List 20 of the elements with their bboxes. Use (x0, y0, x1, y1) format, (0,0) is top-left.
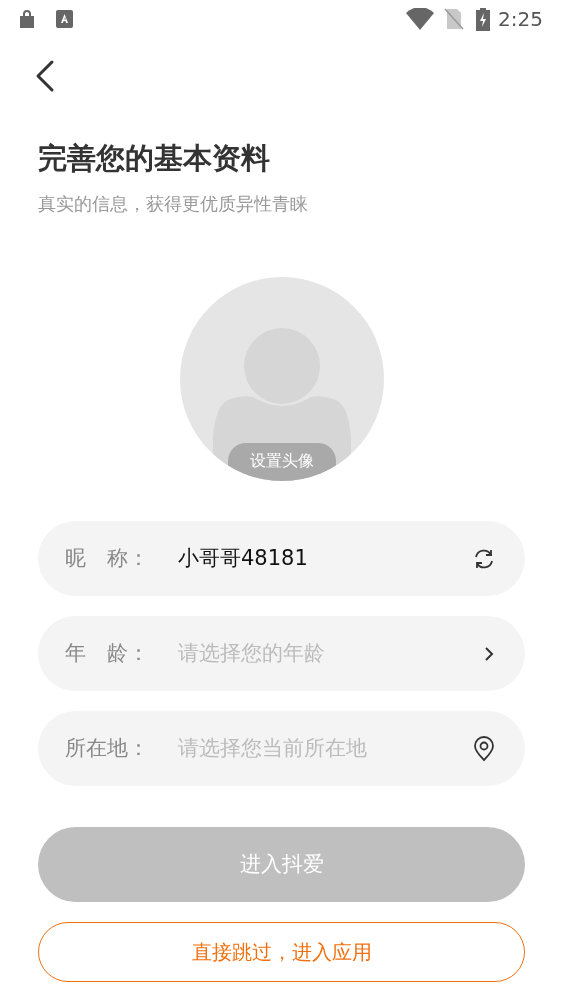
page-subtitle: 真实的信息，获得更优质异性青睐 (38, 195, 309, 213)
page-title: 完善您的基本资料 (38, 144, 271, 173)
form-field[interactable]: 所在地： 请选择您当前所在地 (38, 711, 525, 786)
form-field[interactable]: 昵 称： 小哥哥48181 (38, 521, 525, 596)
avatar-button[interactable]: 设置头像 (179, 277, 384, 481)
form-field[interactable]: 年 龄： 请选择您的年龄 (38, 616, 525, 691)
field-label: 年 龄： (65, 639, 150, 667)
field-value: 小哥哥48181 (178, 544, 309, 572)
set-avatar-label[interactable]: 设置头像 (227, 443, 336, 481)
refresh-icon[interactable] (473, 547, 495, 570)
field-placeholder: 请选择您的年龄 (178, 639, 326, 667)
wifi-icon (406, 8, 435, 30)
location-pin-icon (473, 735, 495, 762)
battery-charging-icon (476, 7, 491, 31)
font-icon (56, 10, 73, 28)
field-label: 所在地： (65, 734, 150, 762)
field-placeholder: 请选择您当前所在地 (178, 734, 368, 762)
clock-time: 2:25 (498, 6, 543, 33)
field-label: 昵 称： (65, 544, 150, 572)
no-sim-icon (444, 8, 465, 30)
